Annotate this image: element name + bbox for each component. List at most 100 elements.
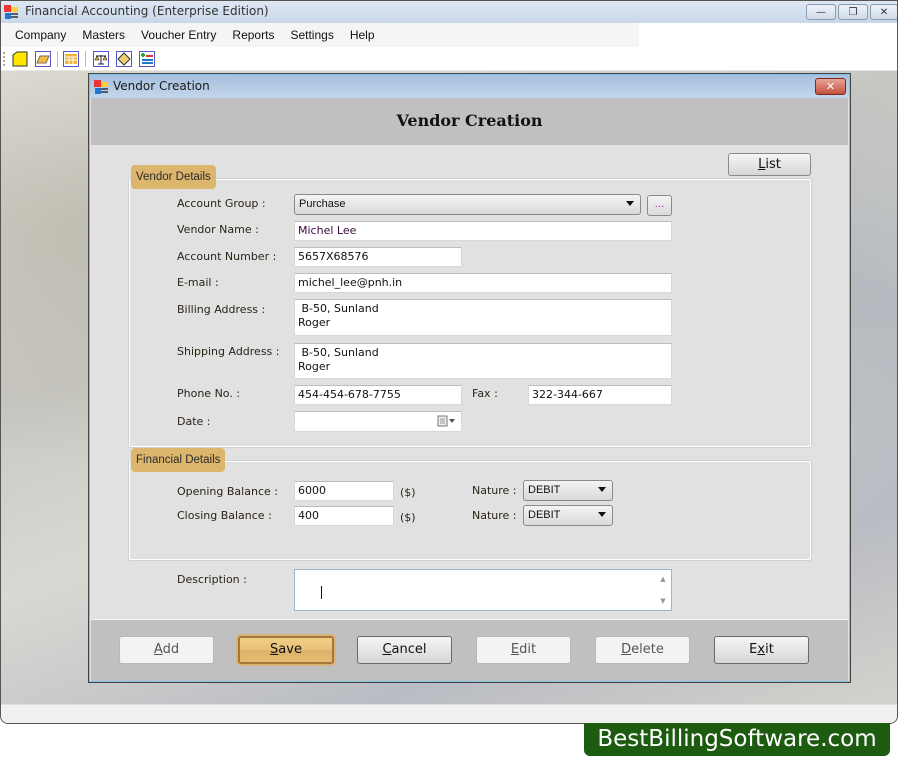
dialog-close-button[interactable]: ✕	[815, 78, 846, 95]
menu-help[interactable]: Help	[342, 23, 383, 47]
dialog-header: Vendor Creation	[91, 98, 848, 145]
vendor-details-legend: Vendor Details	[131, 165, 216, 189]
account-number-label: Account Number :	[177, 250, 277, 263]
open-folder-icon	[35, 51, 51, 67]
dialog-logo-icon	[94, 80, 108, 94]
closing-balance-input[interactable]: 400	[294, 506, 394, 526]
save-label: ave	[278, 642, 302, 657]
cancel-label: ancel	[391, 642, 427, 657]
dialog-title-bar: Vendor Creation ✕	[90, 75, 849, 98]
toolbar-list-add-button[interactable]	[138, 50, 156, 68]
delete-label: elete	[631, 642, 664, 657]
minimize-icon: —	[816, 6, 826, 18]
email-label: E-mail :	[177, 276, 219, 289]
description-label: Description :	[177, 573, 247, 586]
add-mnemonic: A	[153, 642, 163, 657]
list-add-icon	[139, 51, 155, 67]
exit-mnemonic: x	[757, 642, 766, 657]
opening-balance-input[interactable]: 6000	[294, 481, 394, 501]
toolbar-separator	[57, 51, 58, 67]
financial-details-legend: Financial Details	[131, 448, 226, 472]
closing-nature-select[interactable]: DEBIT	[523, 505, 613, 526]
chevron-down-icon	[598, 487, 606, 492]
page-title: Vendor Creation	[396, 111, 543, 130]
toolbar-open-button[interactable]	[34, 50, 52, 68]
opening-currency-label: ($)	[400, 486, 416, 499]
shipping-address-label: Shipping Address :	[177, 345, 280, 358]
new-document-icon	[12, 51, 28, 67]
edit-button[interactable]: Edit	[476, 636, 571, 664]
billing-address-input[interactable]: B-50, Sunland Roger	[294, 299, 672, 336]
opening-nature-select[interactable]: DEBIT	[523, 480, 613, 501]
account-group-browse-button[interactable]: ...	[647, 195, 672, 216]
date-picker[interactable]: 6/ 3/2008	[294, 411, 462, 432]
phone-label: Phone No. :	[177, 387, 241, 400]
balance-scale-icon	[93, 51, 109, 67]
vendor-name-label: Vendor Name :	[177, 223, 259, 236]
note-icon	[116, 51, 132, 67]
close-icon: ✕	[879, 6, 889, 18]
opening-nature-label: Nature :	[472, 484, 517, 497]
menu-company[interactable]: Company	[7, 23, 74, 47]
delete-mnemonic: D	[621, 642, 632, 657]
restore-button[interactable]: ❐	[838, 4, 868, 20]
toolbar-balance-button[interactable]	[92, 50, 110, 68]
account-group-value: Purchase	[299, 198, 346, 210]
toolbar	[1, 47, 897, 71]
add-button[interactable]: Add	[119, 636, 214, 664]
edit-label: dit	[519, 642, 537, 657]
cancel-button[interactable]: Cancel	[357, 636, 452, 664]
fax-input[interactable]: 322-344-667	[528, 385, 672, 405]
delete-button[interactable]: Delete	[595, 636, 690, 664]
menu-bar-filler	[639, 23, 897, 47]
description-input[interactable]: ▲ ▼	[294, 569, 672, 611]
phone-input[interactable]: 454-454-678-7755	[294, 385, 462, 405]
close-button[interactable]: ✕	[870, 4, 897, 20]
minimize-button[interactable]: —	[806, 4, 836, 20]
date-label: Date :	[177, 415, 211, 428]
toolbar-note-button[interactable]	[115, 50, 133, 68]
account-number-input[interactable]: 5657X68576	[294, 247, 462, 267]
app-title: Financial Accounting (Enterprise Edition…	[25, 4, 269, 18]
closing-nature-value: DEBIT	[528, 509, 561, 521]
billing-address-label: Billing Address :	[177, 303, 266, 316]
toolbar-separator	[85, 51, 86, 67]
edit-mnemonic: E	[510, 642, 520, 657]
cancel-mnemonic: C	[382, 642, 392, 657]
app-logo-icon	[4, 5, 18, 19]
brand-banner: BestBillingSoftware.com	[584, 723, 890, 756]
exit-label-end: it	[765, 642, 774, 657]
menu-voucher-entry[interactable]: Voucher Entry	[133, 23, 224, 47]
menu-reports[interactable]: Reports	[224, 23, 282, 47]
closing-balance-label: Closing Balance :	[177, 509, 272, 522]
vendor-creation-dialog: Vendor Creation ✕ Vendor Creation List V…	[88, 73, 851, 683]
email-input[interactable]: michel_lee@pnh.in	[294, 273, 672, 293]
vendor-name-input[interactable]: Michel Lee	[294, 221, 672, 241]
close-icon: ✕	[825, 80, 836, 93]
account-group-label: Account Group :	[177, 197, 266, 210]
chevron-down-icon	[598, 512, 606, 517]
list-button[interactable]: List	[728, 153, 811, 176]
menu-masters[interactable]: Masters	[74, 23, 133, 47]
status-bar	[1, 704, 897, 723]
toolbar-grip[interactable]	[3, 52, 6, 66]
scroll-down-icon[interactable]: ▼	[660, 594, 665, 608]
title-bar: Financial Accounting (Enterprise Edition…	[1, 1, 897, 23]
fax-label: Fax :	[472, 387, 498, 400]
chevron-down-icon	[626, 201, 634, 206]
shipping-address-input[interactable]: B-50, Sunland Roger	[294, 343, 672, 379]
scroll-up-icon[interactable]: ▲	[660, 572, 665, 586]
text-cursor	[320, 586, 322, 599]
exit-button[interactable]: Exit	[714, 636, 809, 664]
dialog-title: Vendor Creation	[113, 79, 210, 93]
calendar-dropdown-icon[interactable]	[437, 415, 457, 427]
menu-settings[interactable]: Settings	[282, 23, 341, 47]
toolbar-new-button[interactable]	[11, 50, 29, 68]
menu-bar: Company Masters Voucher Entry Reports Se…	[1, 23, 639, 47]
date-value: 6/ 3/2008	[324, 429, 380, 431]
account-group-select[interactable]: Purchase	[294, 194, 641, 215]
dialog-body: List Vendor Details Account Group : Purc…	[91, 145, 848, 617]
description-scrollbar[interactable]: ▲ ▼	[657, 572, 669, 608]
toolbar-calculator-button[interactable]	[62, 50, 80, 68]
save-button[interactable]: Save	[238, 636, 334, 664]
